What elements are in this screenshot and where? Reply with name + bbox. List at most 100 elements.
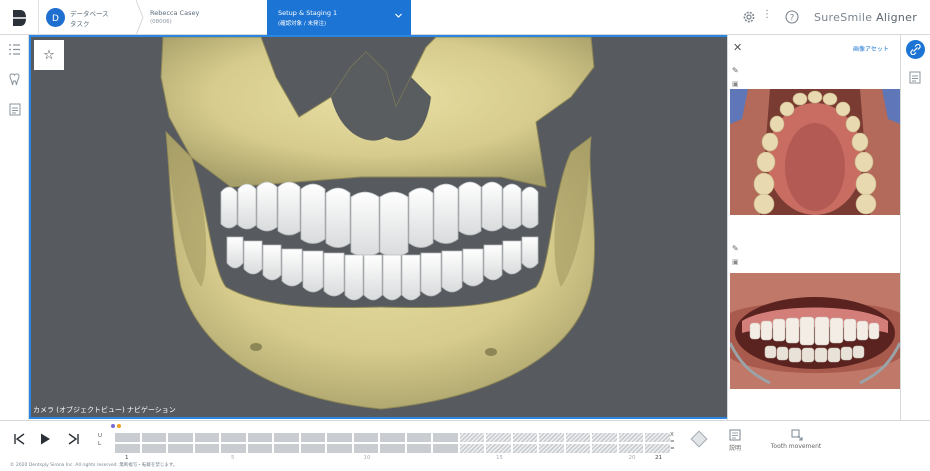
stage-18-upper[interactable] [565,433,590,442]
notes-tool-label: 説明 [728,445,741,452]
range-controls: X = = [670,432,675,453]
report-icon[interactable] [6,101,23,118]
stage-16-lower[interactable] [512,444,537,453]
stage-number-10: 10 [363,455,371,461]
document-icon[interactable] [909,71,921,84]
tooth-movement-label: Tooth movement [770,443,822,450]
stage-12-lower[interactable] [406,444,431,453]
edit-pencil-icon-2[interactable]: ✎ [732,244,739,253]
breadcrumb-setup-staging[interactable]: Setup & Staging 1 (確認対象 / 未発注) [267,0,411,35]
stage-17-upper[interactable] [539,433,564,442]
3d-viewport[interactable]: ☆ カメラ (オブジェクトビュー) ナビゲーション [29,35,727,419]
stage-8-upper[interactable] [300,433,325,442]
stage-2-lower[interactable] [141,444,166,453]
tooth-movement-icon [791,429,802,441]
tooth-movement-tool[interactable]: Tooth movement [763,429,829,450]
stage-2-upper[interactable] [141,433,166,442]
stage-number-20: 20 [628,455,636,461]
stage-13-upper[interactable] [433,433,458,442]
stage-7-upper[interactable] [274,433,299,442]
close-icon[interactable]: ✕ [733,41,742,54]
stage-11-lower[interactable] [380,444,405,453]
stage-10-lower[interactable] [353,444,378,453]
stage-19-lower[interactable] [592,444,617,453]
notes-tool[interactable]: 説明 [720,429,750,452]
image-icon[interactable]: ▣ [732,80,739,88]
stage-6-lower[interactable] [247,444,272,453]
patient-name: Rebecca Casey [150,9,200,17]
product-brand: SureSmile [814,11,873,24]
stage-9-lower[interactable] [327,444,352,453]
setup-title: Setup & Staging 1 [278,9,338,17]
help-icon[interactable]: ? [785,10,799,24]
stage-6-upper[interactable] [247,433,272,442]
range-lower[interactable]: = [670,446,675,453]
gear-icon[interactable] [742,10,756,24]
app-logo[interactable] [0,0,38,35]
upper-arch-label: U [98,433,103,439]
more-menu-icon[interactable]: ⋮ [762,9,772,20]
stage-number-5: 5 [231,455,235,461]
intraoral-photo-upper[interactable] [730,89,900,215]
stage-19-upper[interactable] [592,433,617,442]
stage-13-lower[interactable] [433,444,458,453]
stage-20-lower[interactable] [618,444,643,453]
tooth-icon[interactable] [6,71,23,88]
stage-10-upper[interactable] [353,433,378,442]
skip-to-start-icon[interactable] [13,433,25,445]
arch-labels: U L [98,432,102,448]
top-bar: D データベース タスク Rebecca Casey (08006) Setup… [0,0,930,35]
stage-20-upper[interactable] [618,433,643,442]
stage-1-lower[interactable] [115,444,140,453]
range-upper[interactable]: = [670,439,675,446]
far-right-toolbar [900,35,930,420]
viewport-navigation-caption: カメラ (オブジェクトビュー) ナビゲーション [33,406,176,414]
stage-3-lower[interactable] [168,444,193,453]
stage-14-upper[interactable] [459,433,484,442]
stage-17-lower[interactable] [539,444,564,453]
upper-arch-image [730,89,900,215]
stage-4-upper[interactable] [194,433,219,442]
skull-model [160,37,595,410]
stage-8-lower[interactable] [300,444,325,453]
stage-number-1: 1 [125,455,129,461]
stage-21-lower[interactable] [645,444,670,453]
stage-end-handle[interactable] [690,430,708,448]
stage-5-upper[interactable] [221,433,246,442]
image-assets-title: 画像アセット [853,46,889,53]
stage-number-15: 15 [496,455,503,461]
stage-12-upper[interactable] [406,433,431,442]
stage-15-lower[interactable] [486,444,511,453]
list-icon[interactable] [6,41,23,58]
database-icon: D [46,8,65,27]
stage-16-upper[interactable] [512,433,537,442]
stage-5-lower[interactable] [221,444,246,453]
stage-15-upper[interactable] [486,433,511,442]
stage-4-lower[interactable] [194,444,219,453]
stage-9-upper[interactable] [327,433,352,442]
left-toolbar [0,35,29,445]
stage-18-lower[interactable] [565,444,590,453]
product-name: SureSmile Aligner [814,11,917,24]
skip-to-end-icon[interactable] [68,433,80,445]
breadcrumb-patient[interactable]: Rebecca Casey (08006) [140,0,267,35]
stage-track[interactable]: 1 5 10 15 20 21 [115,431,680,461]
image-assets-panel: ✕ 画像アセット ✎ ▣ ✎ ▣ [727,35,900,420]
range-clear[interactable]: X [670,432,675,439]
breadcrumb-database[interactable]: D データベース タスク [38,0,144,35]
stage-7-lower[interactable] [274,444,299,453]
intraoral-photo-frontal[interactable] [730,273,900,389]
stage-14-lower[interactable] [459,444,484,453]
image-icon-2[interactable]: ▣ [732,258,739,266]
favorite-view-button[interactable]: ☆ [34,40,64,70]
logo-icon [13,9,26,26]
image-assets-toggle[interactable] [906,40,925,59]
play-icon[interactable] [39,433,51,445]
stage-number-21: 21 [655,455,662,461]
edit-pencil-icon[interactable]: ✎ [732,66,739,75]
stage-11-upper[interactable] [380,433,405,442]
stage-21-upper[interactable] [645,433,670,442]
stage-3-upper[interactable] [168,433,193,442]
stage-1-upper[interactable] [115,433,140,442]
upper-marker-purple [111,424,115,428]
